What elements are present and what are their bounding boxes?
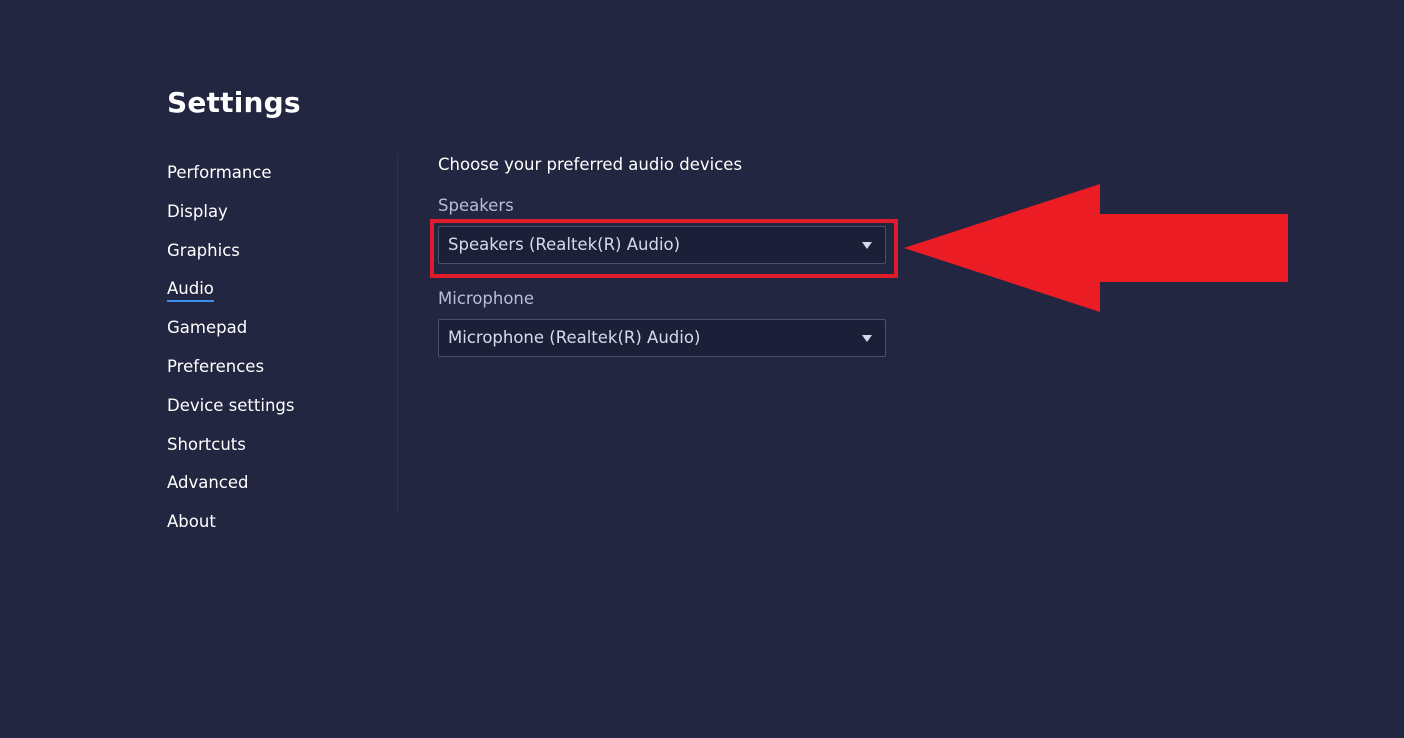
sidebar-item-label: Display	[167, 201, 228, 221]
sidebar-item-label: Shortcuts	[167, 434, 246, 454]
sidebar-item-performance[interactable]: Performance	[167, 160, 397, 199]
sidebar-item-display[interactable]: Display	[167, 199, 397, 238]
sidebar-item-shortcuts[interactable]: Shortcuts	[167, 432, 397, 471]
sidebar-item-label: Preferences	[167, 356, 265, 376]
chevron-down-icon	[862, 335, 872, 342]
sidebar-item-label: Advanced	[167, 473, 249, 493]
sidebar-item-about[interactable]: About	[167, 509, 397, 548]
sidebar-item-label: Gamepad	[167, 318, 248, 338]
sidebar-item-audio[interactable]: Audio	[167, 276, 397, 315]
sidebar-item-label: Graphics	[167, 240, 240, 260]
page-title: Settings	[167, 86, 301, 119]
microphone-dropdown-value: Microphone (Realtek(R) Audio)	[448, 328, 701, 347]
sidebar-item-device-settings[interactable]: Device settings	[167, 393, 397, 432]
arrow-left-icon	[904, 184, 1288, 312]
sidebar-item-graphics[interactable]: Graphics	[167, 238, 397, 277]
sidebar-item-gamepad[interactable]: Gamepad	[167, 315, 397, 354]
sidebar-item-advanced[interactable]: Advanced	[167, 470, 397, 509]
sidebar-item-label: Audio	[167, 278, 214, 303]
settings-sidebar: Performance Display Graphics Audio Gamep…	[167, 160, 397, 548]
speakers-label: Speakers	[438, 196, 514, 215]
microphone-label: Microphone	[438, 289, 535, 308]
section-heading: Choose your preferred audio devices	[438, 155, 743, 174]
sidebar-item-label: Performance	[167, 163, 272, 182]
sidebar-item-preferences[interactable]: Preferences	[167, 354, 397, 393]
microphone-dropdown[interactable]: Microphone (Realtek(R) Audio)	[438, 319, 886, 357]
annotation-highlight-box	[430, 219, 898, 278]
sidebar-item-label: About	[167, 512, 216, 532]
sidebar-item-label: Device settings	[167, 395, 295, 415]
sidebar-divider	[397, 155, 398, 515]
